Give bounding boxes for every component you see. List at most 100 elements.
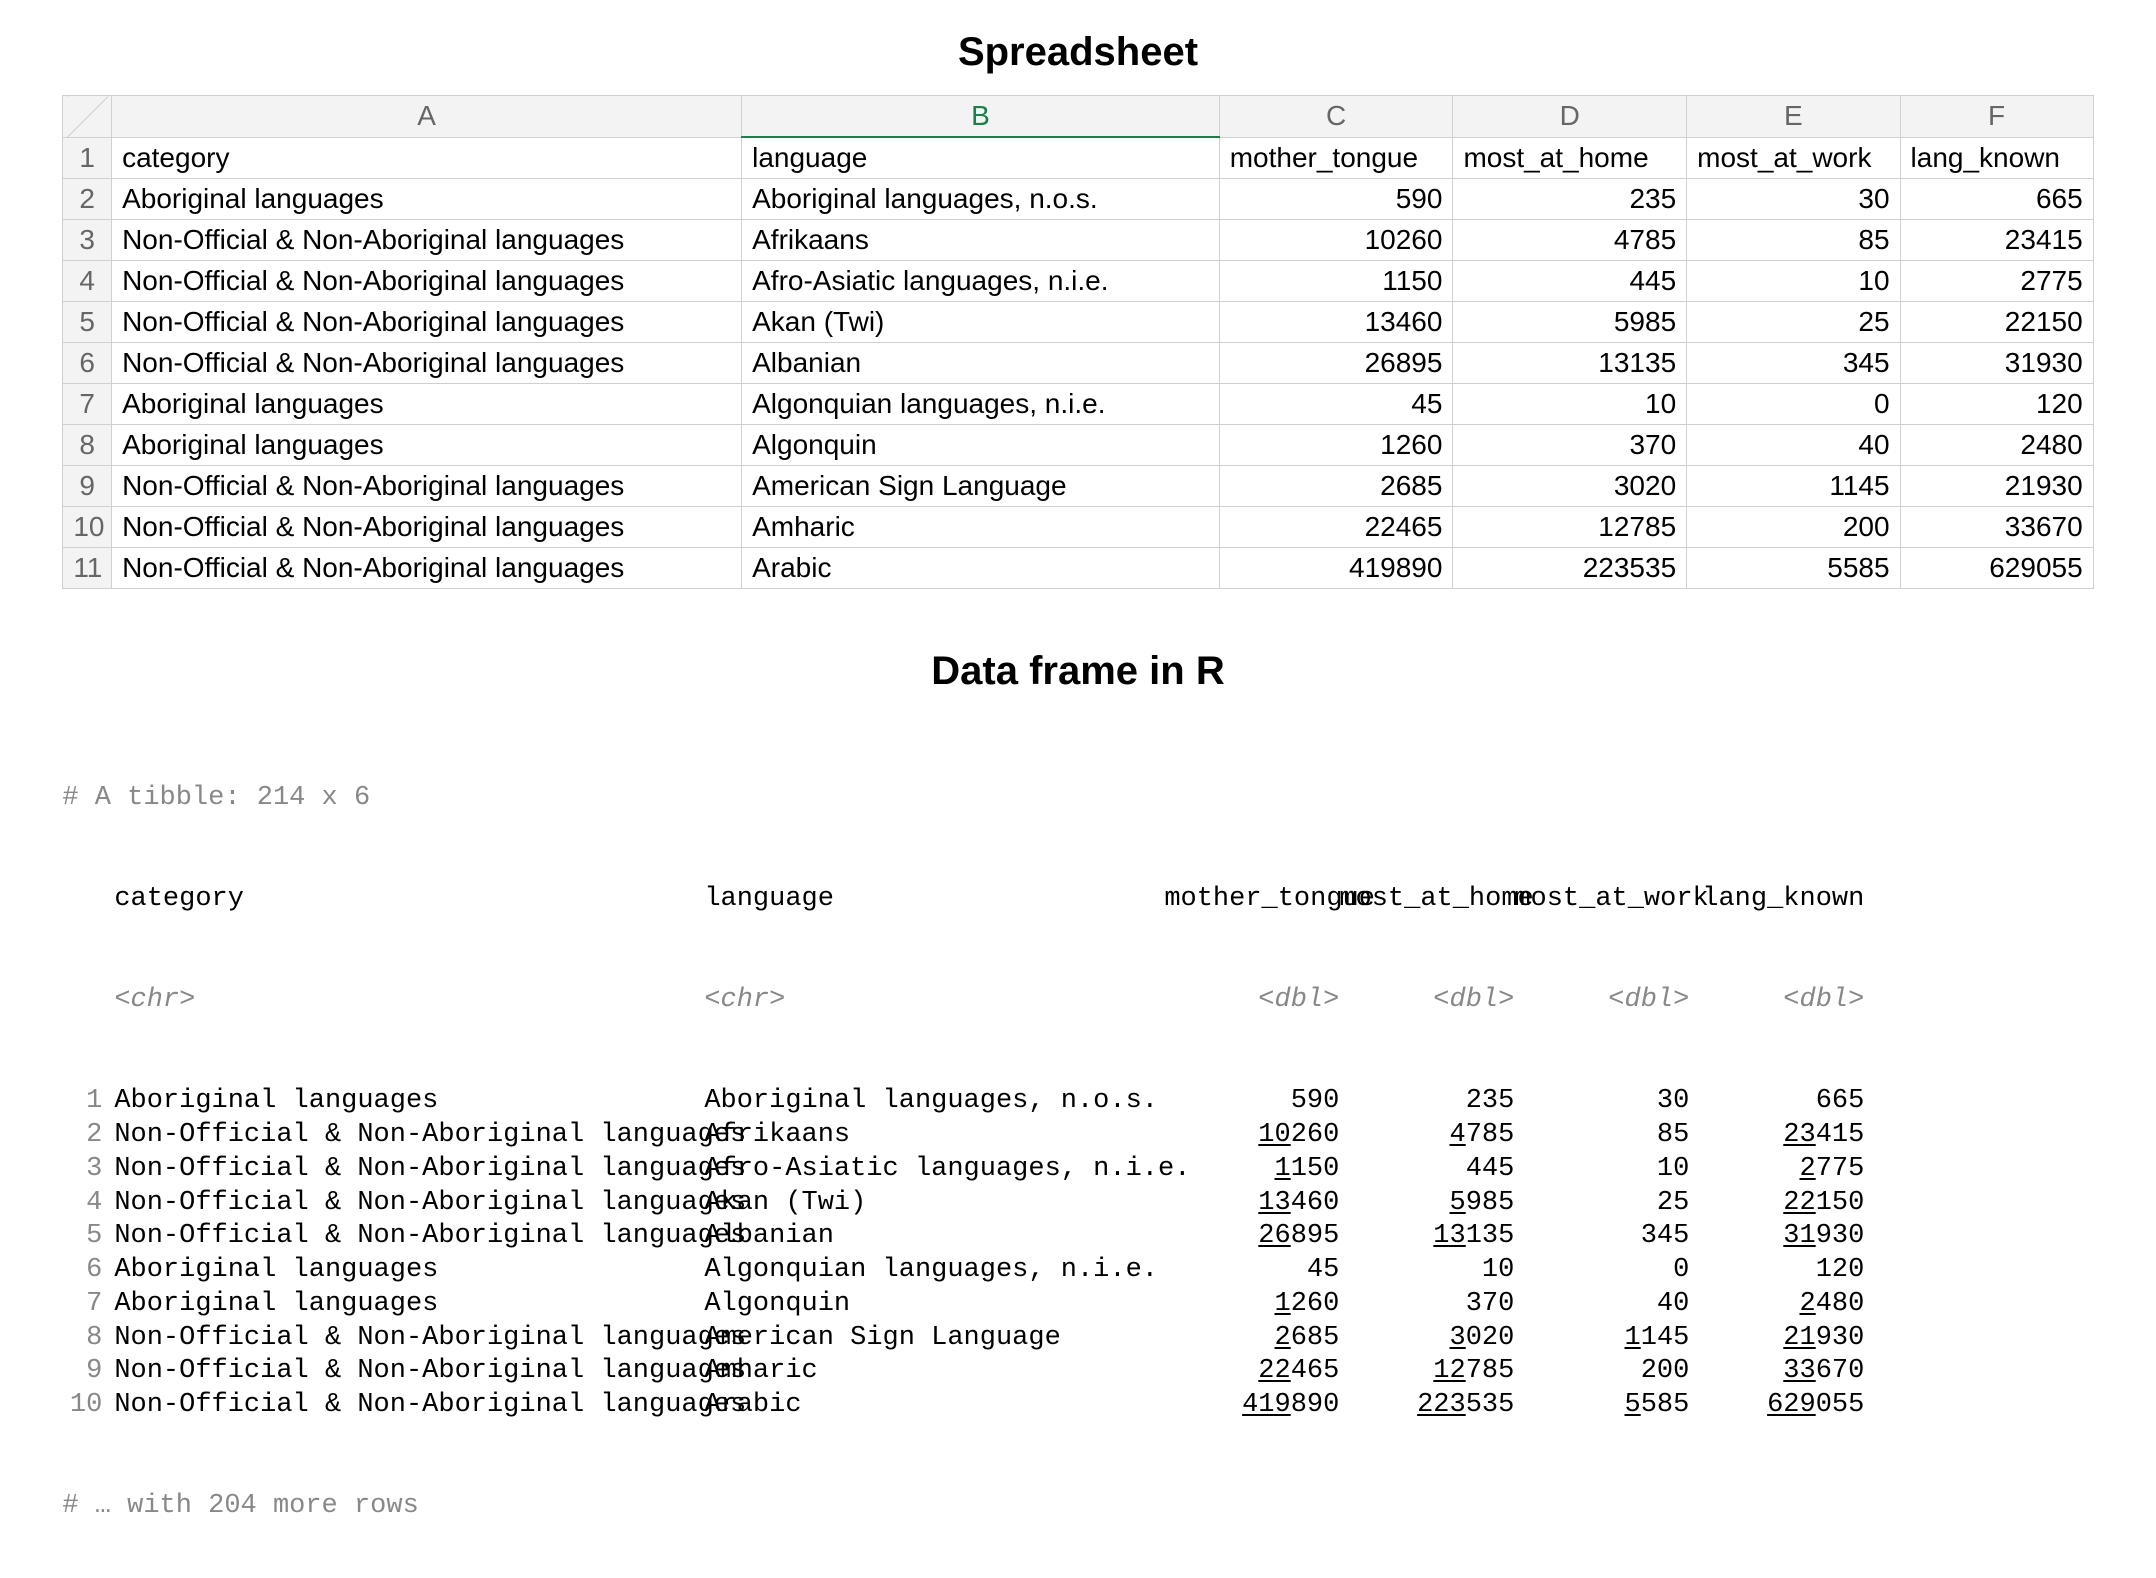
cell[interactable]: 370 [1453, 425, 1687, 466]
cell[interactable]: most_at_home [1453, 137, 1687, 179]
cell[interactable]: 0 [1687, 384, 1900, 425]
cell[interactable]: Non-Official & Non-Aboriginal languages [112, 466, 742, 507]
row-header[interactable]: 4 [63, 261, 112, 302]
cell[interactable]: 10260 [1219, 220, 1453, 261]
cell[interactable]: 10 [1687, 261, 1900, 302]
cell[interactable]: 2480 [1900, 425, 2093, 466]
table-row: 5Non-Official & Non-Aboriginal languages… [63, 302, 2093, 343]
cell[interactable]: 21930 [1900, 466, 2093, 507]
cell[interactable]: Algonquian languages, n.i.e. [742, 384, 1220, 425]
cell[interactable]: 2685 [1219, 466, 1453, 507]
col-header-C[interactable]: C [1219, 96, 1453, 138]
row-header[interactable]: 10 [63, 507, 112, 548]
tibble-cell-mah: 3020 [1339, 1322, 1514, 1356]
cell[interactable]: lang_known [1900, 137, 2093, 179]
cell[interactable]: Non-Official & Non-Aboriginal languages [112, 261, 742, 302]
tibble-row-index: 9 [62, 1355, 102, 1389]
tibble-cell-category: Non-Official & Non-Aboriginal languages [114, 1322, 704, 1356]
cell[interactable]: Amharic [742, 507, 1220, 548]
cell[interactable]: Non-Official & Non-Aboriginal languages [112, 548, 742, 589]
row-header[interactable]: 9 [63, 466, 112, 507]
row-header[interactable]: 5 [63, 302, 112, 343]
cell[interactable]: 30 [1687, 179, 1900, 220]
cell[interactable]: 235 [1453, 179, 1687, 220]
tibble-row: 10 Non-Official & Non-Aboriginal language… [62, 1389, 2093, 1423]
cell[interactable]: 419890 [1219, 548, 1453, 589]
cell[interactable]: Aboriginal languages [112, 425, 742, 466]
cell[interactable]: 345 [1687, 343, 1900, 384]
cell[interactable]: 85 [1687, 220, 1900, 261]
cell[interactable]: 12785 [1453, 507, 1687, 548]
tibble-cell-language: Amharic [704, 1355, 1164, 1389]
cell[interactable]: Arabic [742, 548, 1220, 589]
cell[interactable]: Non-Official & Non-Aboriginal languages [112, 343, 742, 384]
cell[interactable]: most_at_work [1687, 137, 1900, 179]
row-header[interactable]: 6 [63, 343, 112, 384]
cell[interactable]: Aboriginal languages [112, 384, 742, 425]
cell[interactable]: American Sign Language [742, 466, 1220, 507]
cell[interactable]: Aboriginal languages [112, 179, 742, 220]
cell[interactable]: 665 [1900, 179, 2093, 220]
cell[interactable]: Afro-Asiatic languages, n.i.e. [742, 261, 1220, 302]
cell[interactable]: 13460 [1219, 302, 1453, 343]
cell[interactable]: Akan (Twi) [742, 302, 1220, 343]
tibble-type-lk: <dbl> [1689, 984, 1864, 1018]
tibble-col-language: language [704, 883, 1164, 917]
cell[interactable]: 223535 [1453, 548, 1687, 589]
cell[interactable]: Non-Official & Non-Aboriginal languages [112, 220, 742, 261]
cell[interactable]: 40 [1687, 425, 1900, 466]
cell[interactable]: 629055 [1900, 548, 2093, 589]
col-header-B[interactable]: B [742, 96, 1220, 138]
cell[interactable]: 1145 [1687, 466, 1900, 507]
row-header[interactable]: 3 [63, 220, 112, 261]
cell[interactable]: 10 [1453, 384, 1687, 425]
tibble-cell-category: Non-Official & Non-Aboriginal languages [114, 1187, 704, 1221]
cell[interactable]: 23415 [1900, 220, 2093, 261]
cell[interactable]: 1150 [1219, 261, 1453, 302]
cell[interactable]: Non-Official & Non-Aboriginal languages [112, 302, 742, 343]
tibble-row-index: 10 [62, 1389, 102, 1423]
cell[interactable]: Non-Official & Non-Aboriginal languages [112, 507, 742, 548]
col-header-D[interactable]: D [1453, 96, 1687, 138]
cell[interactable]: language [742, 137, 1220, 179]
table-row: 4Non-Official & Non-Aboriginal languages… [63, 261, 2093, 302]
cell[interactable]: Afrikaans [742, 220, 1220, 261]
col-header-F[interactable]: F [1900, 96, 2093, 138]
cell[interactable]: Aboriginal languages, n.o.s. [742, 179, 1220, 220]
cell[interactable]: 22465 [1219, 507, 1453, 548]
row-header[interactable]: 1 [63, 137, 112, 179]
table-row: 7Aboriginal languagesAlgonquian language… [63, 384, 2093, 425]
cell[interactable]: 4785 [1453, 220, 1687, 261]
cell[interactable]: category [112, 137, 742, 179]
cell[interactable]: 5585 [1687, 548, 1900, 589]
cell[interactable]: 590 [1219, 179, 1453, 220]
cell[interactable]: 200 [1687, 507, 1900, 548]
cell[interactable]: 3020 [1453, 466, 1687, 507]
cell[interactable]: Algonquin [742, 425, 1220, 466]
tibble-dim: # A tibble: 214 x 6 [62, 782, 2093, 816]
row-header[interactable]: 2 [63, 179, 112, 220]
cell[interactable]: mother_tongue [1219, 137, 1453, 179]
tibble-type-maw: <dbl> [1514, 984, 1689, 1018]
cell[interactable]: 120 [1900, 384, 2093, 425]
select-all-corner[interactable] [63, 96, 112, 138]
cell[interactable]: 33670 [1900, 507, 2093, 548]
row-header[interactable]: 7 [63, 384, 112, 425]
col-header-A[interactable]: A [112, 96, 742, 138]
col-header-E[interactable]: E [1687, 96, 1900, 138]
cell[interactable]: Albanian [742, 343, 1220, 384]
cell[interactable]: 13135 [1453, 343, 1687, 384]
cell[interactable]: 26895 [1219, 343, 1453, 384]
cell[interactable]: 445 [1453, 261, 1687, 302]
cell[interactable]: 45 [1219, 384, 1453, 425]
cell[interactable]: 31930 [1900, 343, 2093, 384]
cell[interactable]: 5985 [1453, 302, 1687, 343]
cell[interactable]: 2775 [1900, 261, 2093, 302]
row-header[interactable]: 11 [63, 548, 112, 589]
tibble-cell-category: Non-Official & Non-Aboriginal languages [114, 1389, 704, 1423]
cell[interactable]: 1260 [1219, 425, 1453, 466]
cell[interactable]: 25 [1687, 302, 1900, 343]
row-header[interactable]: 8 [63, 425, 112, 466]
tibble-cell-lk: 2480 [1689, 1288, 1864, 1322]
cell[interactable]: 22150 [1900, 302, 2093, 343]
